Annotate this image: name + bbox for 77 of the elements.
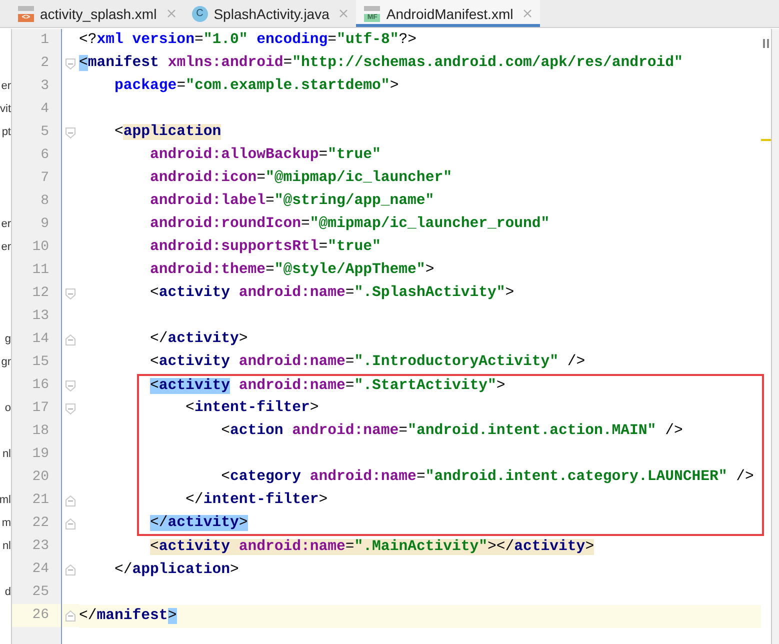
line-number: 4	[40, 100, 50, 119]
fold-icon[interactable]	[65, 288, 76, 300]
fold-icon[interactable]	[65, 518, 76, 530]
code-line: </activity>	[150, 330, 248, 349]
panel-text: d	[4, 585, 11, 600]
code-line: <activity android:name=".SplashActivity">	[150, 284, 514, 303]
close-icon[interactable]	[166, 9, 176, 18]
line-number: 9	[40, 215, 50, 234]
line-number: 26	[31, 606, 50, 625]
fold-icon[interactable]	[65, 58, 76, 70]
line-number: 6	[40, 146, 50, 165]
editor-tab[interactable]: C SplashActivity.java	[184, 0, 356, 27]
line-number: 2	[40, 54, 50, 73]
line-number: 14	[31, 330, 50, 349]
panel-text: nl	[1, 539, 11, 554]
code-line: android:label="@string/app_name"	[150, 192, 434, 211]
line-number: 24	[31, 560, 50, 579]
code-line: <activity android:name=".StartActivity">	[150, 377, 506, 396]
code-line: android:roundIcon="@mipmap/ic_launcher_round"	[150, 215, 550, 234]
code-line: </application>	[114, 561, 239, 580]
line-number: 1	[40, 31, 50, 50]
code-line: package="com.example.startdemo">	[114, 77, 399, 96]
fold-icon[interactable]	[65, 126, 76, 138]
line-number: 11	[31, 261, 50, 280]
code-line: android:icon="@mipmap/ic_launcher"	[150, 169, 452, 188]
line-number: 20	[31, 468, 50, 487]
panel-text: g	[4, 332, 11, 347]
panel-text: gr	[0, 355, 11, 370]
panel-text: er	[0, 217, 11, 232]
panel-text: er	[0, 240, 11, 255]
line-number: 19	[31, 445, 50, 464]
code-line: <manifest xmlns:android="http://schemas.android.com/apk/res/android"	[79, 54, 683, 73]
code-line: <activity android:name=".MainActivity"></activity>	[150, 538, 594, 557]
fold-icon[interactable]	[65, 380, 76, 392]
panel-text: vit	[0, 102, 11, 117]
panel-text: ml	[0, 493, 11, 508]
code-line: <application	[114, 123, 222, 142]
line-number: 12	[31, 284, 50, 303]
fold-icon[interactable]	[65, 610, 76, 622]
line-number: 3	[40, 77, 50, 96]
line-number: 23	[31, 537, 50, 556]
line-number: 21	[31, 491, 50, 510]
panel-text: er	[0, 79, 11, 94]
line-number: 18	[31, 422, 50, 441]
code-line: <?xml version="1.0" encoding="utf-8"?>	[79, 31, 416, 50]
fold-icon[interactable]	[65, 334, 76, 346]
fold-icon[interactable]	[65, 402, 76, 414]
code-line: android:allowBackup="true"	[150, 146, 381, 165]
line-number: 22	[31, 514, 50, 533]
code-line: android:supportsRtl="true"	[150, 238, 381, 257]
code-line: <activity android:name=".IntroductoryActivity" />	[150, 353, 586, 372]
line-number: 10	[31, 238, 50, 257]
panel-text: pt	[0, 125, 11, 140]
panel-text: nl	[1, 447, 11, 462]
panel-text: o	[4, 401, 11, 416]
fold-icon[interactable]	[65, 564, 76, 576]
line-number: 7	[40, 169, 50, 188]
line-number: 8	[40, 192, 50, 211]
line-number: 13	[31, 307, 50, 326]
pause-icon[interactable]	[763, 39, 769, 48]
line-number: 25	[31, 583, 50, 602]
code-line: android:theme="@style/AppTheme">	[150, 261, 434, 280]
code-line: </intent-filter>	[186, 491, 328, 510]
line-number: 5	[40, 123, 50, 142]
line-number: 17	[31, 399, 50, 418]
line-number: 15	[31, 353, 50, 372]
close-icon[interactable]	[523, 9, 532, 18]
panel-text: m	[0, 516, 11, 531]
code-line: </activity>	[150, 514, 248, 533]
code-line: </manifest>	[79, 607, 177, 626]
close-icon[interactable]	[339, 9, 348, 18]
code-line: <intent-filter>	[186, 399, 319, 418]
fold-icon[interactable]	[65, 494, 76, 506]
class-icon: C	[192, 6, 208, 22]
code-line: <category android:name="android.intent.category.LAUNCHER" />	[221, 468, 754, 487]
code-line: <action android:name="android.intent.action.MAIN" />	[221, 422, 683, 441]
line-number: 16	[31, 376, 50, 395]
